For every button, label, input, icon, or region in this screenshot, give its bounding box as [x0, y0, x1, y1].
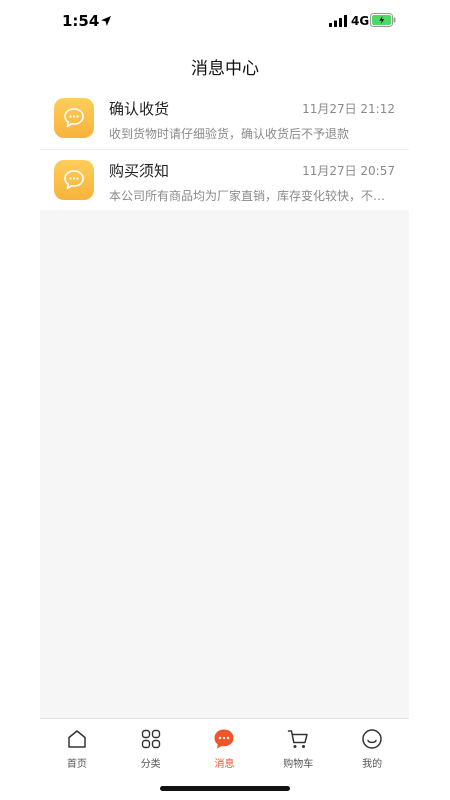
- signal-icon: [329, 15, 347, 27]
- cart-icon: [288, 730, 309, 748]
- network-type: 4G: [351, 14, 370, 28]
- location-arrow-icon: [101, 16, 111, 26]
- tab-label: 首页: [66, 759, 87, 770]
- status-bar: 1:54 4G: [0, 0, 450, 44]
- message-avatar: [54, 160, 94, 200]
- message-list: 确认收货 11月27日 21:12 收到货物时请仔细验货，确认收货后不予退款 购…: [40, 88, 409, 210]
- message-time: 11月27日 21:12: [302, 102, 395, 116]
- battery-icon: [370, 13, 396, 27]
- message-item[interactable]: 确认收货 11月27日 21:12 收到货物时请仔细验货，确认收货后不予退款: [40, 88, 409, 149]
- chat-bubble-icon: [64, 108, 84, 128]
- screen: 1:54 4G 消息中心 确认收货 11月27日 21:12 收到货物时请仔细验…: [0, 0, 450, 800]
- message-item[interactable]: 购买须知 11月27日 20:57 本公司所有商品均为厂家直销，库存变化较快，不…: [40, 149, 409, 210]
- smile-icon: [362, 729, 382, 749]
- tab-label: 我的: [362, 759, 383, 770]
- message-time: 11月27日 20:57: [302, 164, 395, 178]
- home-icon: [68, 730, 86, 748]
- grid-icon: [141, 729, 160, 749]
- page-title: 消息中心: [191, 59, 259, 79]
- tab-label: 消息: [214, 759, 235, 770]
- message-title: 确认收货: [109, 100, 170, 118]
- message-preview: 本公司所有商品均为厂家直销，库存变化较快，不…: [109, 189, 386, 203]
- tab-category[interactable]: 分类: [121, 719, 181, 773]
- tab-label: 购物车: [283, 759, 314, 770]
- message-avatar: [54, 98, 94, 138]
- tab-label: 分类: [140, 759, 161, 770]
- message-title: 购买须知: [109, 162, 170, 180]
- status-time: 1:54: [62, 12, 100, 30]
- tab-messages[interactable]: 消息: [194, 719, 254, 773]
- message-preview: 收到货物时请仔细验货，确认收货后不予退款: [109, 127, 350, 141]
- chat-bubble-icon: [64, 170, 84, 190]
- content-area: [40, 210, 409, 720]
- message-icon: [214, 729, 234, 749]
- tab-cart[interactable]: 购物车: [268, 719, 328, 773]
- tab-home[interactable]: 首页: [47, 719, 107, 773]
- home-indicator[interactable]: [160, 786, 290, 791]
- tab-profile[interactable]: 我的: [342, 719, 402, 773]
- tab-bar: 首页 分类 消息 购物车 我的: [40, 718, 409, 772]
